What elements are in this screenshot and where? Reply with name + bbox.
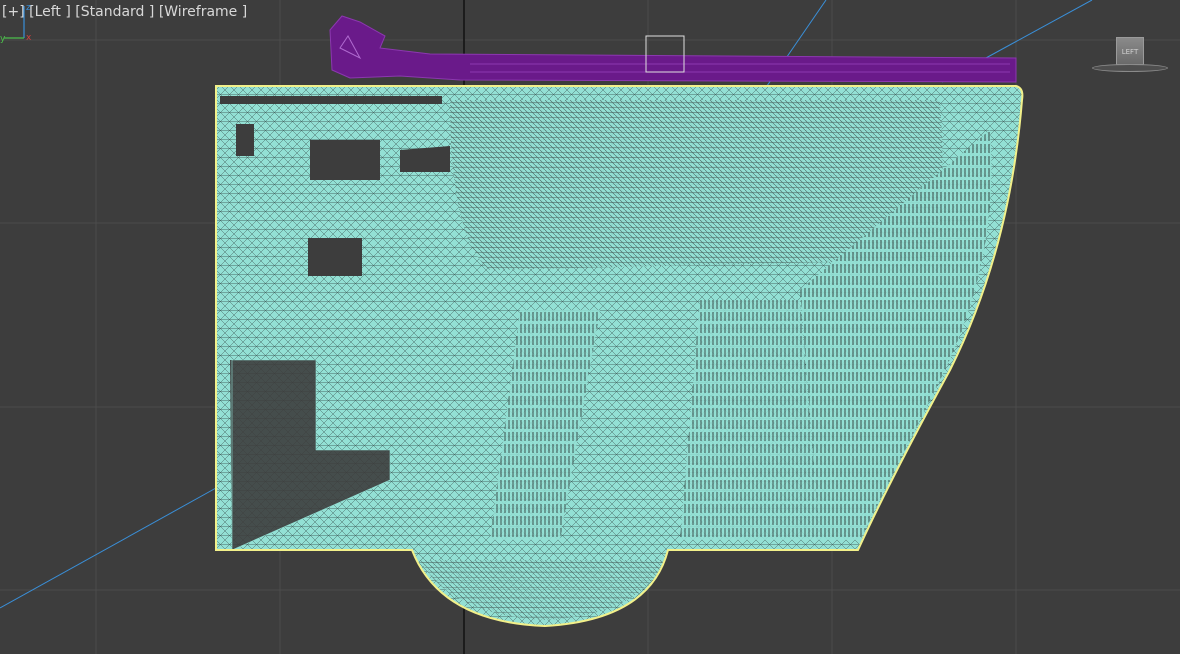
viewcube[interactable]: LEFT (1092, 34, 1172, 78)
axis-tripod-icon: y z x (0, 3, 32, 44)
viewport-display-menu[interactable]: [Wireframe ] (159, 4, 247, 20)
toilet-wireframe-object[interactable] (215, 85, 1024, 628)
viewport-canvas[interactable] (0, 0, 1180, 654)
axis-y-label: y (0, 34, 6, 44)
axis-z-label: z (26, 3, 31, 13)
viewcube-compass-ring[interactable] (1092, 64, 1168, 72)
viewcube-face-left[interactable]: LEFT (1116, 37, 1144, 65)
left-viewport[interactable]: [+] [Left ] [Standard ] [Wireframe ] LEF… (0, 0, 1180, 654)
viewport-shading-menu[interactable]: [Standard ] (75, 4, 154, 20)
svg-text:x: x (26, 33, 32, 43)
